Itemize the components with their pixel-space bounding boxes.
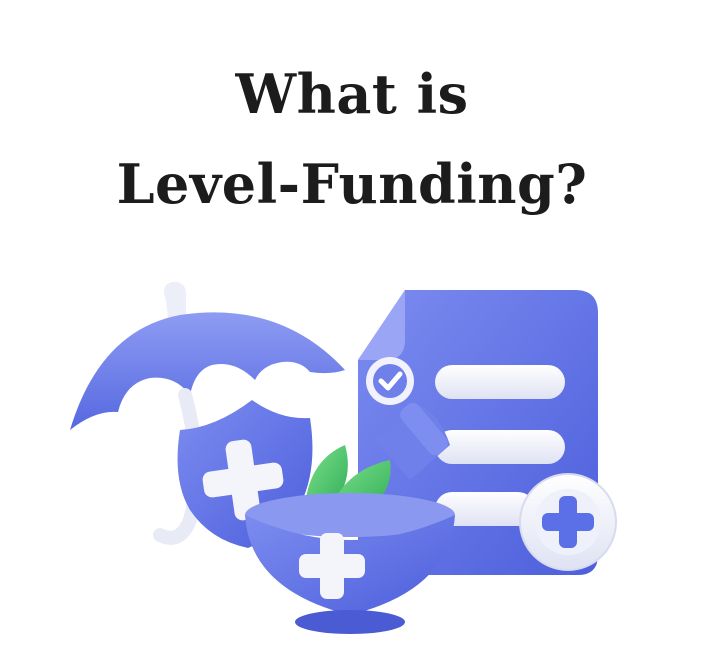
page-title-line-2: Level-Funding? xyxy=(116,152,588,216)
health-insurance-illustration xyxy=(70,281,617,634)
check-icon xyxy=(366,357,414,405)
mortar-bowl-icon xyxy=(245,493,455,634)
page-title-line-1: What is xyxy=(235,62,469,126)
plus-badge-icon xyxy=(519,473,617,571)
